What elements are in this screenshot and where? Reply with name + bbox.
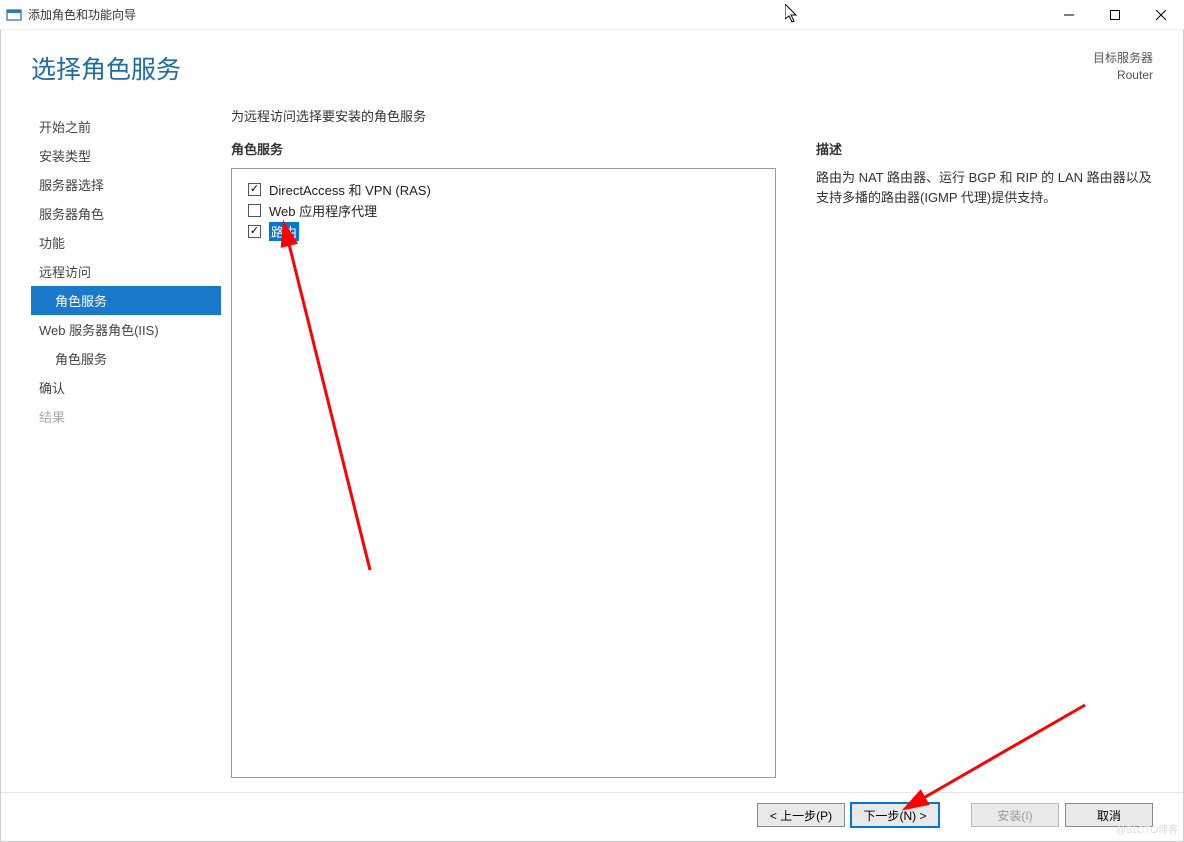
role-label: DirectAccess 和 VPN (RAS) xyxy=(269,180,431,199)
titlebar: 添加角色和功能向导 xyxy=(0,0,1184,30)
close-button[interactable] xyxy=(1138,0,1184,30)
sidebar-item-iis-role-services[interactable]: 角色服务 xyxy=(31,344,221,373)
sidebar-item-before-you-begin[interactable]: 开始之前 xyxy=(31,112,221,141)
description-text: 路由为 NAT 路由器、运行 BGP 和 RIP 的 LAN 路由器以及支持多播… xyxy=(816,168,1153,207)
sidebar-item-server-selection[interactable]: 服务器选择 xyxy=(31,170,221,199)
description-title: 描述 xyxy=(816,139,1153,158)
role-label: 路由 xyxy=(269,222,299,241)
role-item-routing[interactable]: 路由 xyxy=(248,221,759,242)
page-title: 选择角色服务 xyxy=(31,50,1153,86)
minimize-button[interactable] xyxy=(1046,0,1092,30)
target-info: 目标服务器 Router xyxy=(1093,50,1153,84)
role-item-web-app-proxy[interactable]: Web 应用程序代理 xyxy=(248,200,759,221)
instruction: 为远程访问选择要安装的角色服务 xyxy=(231,106,1153,125)
sidebar-item-remote-access[interactable]: 远程访问 xyxy=(31,257,221,286)
header: 选择角色服务 目标服务器 Router xyxy=(1,30,1183,96)
install-button: 安装(I) xyxy=(971,803,1059,827)
app-icon xyxy=(6,7,22,23)
window-controls xyxy=(1046,0,1184,30)
roles-title: 角色服务 xyxy=(231,139,776,158)
main: 为远程访问选择要安装的角色服务 角色服务 DirectAccess 和 VPN … xyxy=(221,106,1153,778)
spacer xyxy=(945,803,965,827)
maximize-button[interactable] xyxy=(1092,0,1138,30)
footer: < 上一步(P) 下一步(N) > 安装(I) 取消 xyxy=(1,792,1183,841)
sidebar-item-web-server-iis[interactable]: Web 服务器角色(IIS) xyxy=(31,315,221,344)
window-title: 添加角色和功能向导 xyxy=(28,6,1046,23)
watermark: @51CTO博客 xyxy=(1116,821,1178,836)
checkbox-icon[interactable] xyxy=(248,183,261,196)
sidebar: 开始之前 安装类型 服务器选择 服务器角色 功能 远程访问 角色服务 Web 服… xyxy=(31,106,221,778)
sidebar-item-features[interactable]: 功能 xyxy=(31,228,221,257)
description-column: 描述 路由为 NAT 路由器、运行 BGP 和 RIP 的 LAN 路由器以及支… xyxy=(816,139,1153,778)
target-name: Router xyxy=(1093,67,1153,84)
content: 选择角色服务 目标服务器 Router 开始之前 安装类型 服务器选择 服务器角… xyxy=(0,30,1184,842)
columns: 角色服务 DirectAccess 和 VPN (RAS) Web 应用程序代理 xyxy=(231,139,1153,778)
body: 开始之前 安装类型 服务器选择 服务器角色 功能 远程访问 角色服务 Web 服… xyxy=(1,96,1183,792)
sidebar-item-results: 结果 xyxy=(31,402,221,431)
checkbox-icon[interactable] xyxy=(248,225,261,238)
role-item-directaccess-vpn[interactable]: DirectAccess 和 VPN (RAS) xyxy=(248,179,759,200)
sidebar-item-server-roles[interactable]: 服务器角色 xyxy=(31,199,221,228)
roles-listbox[interactable]: DirectAccess 和 VPN (RAS) Web 应用程序代理 路由 xyxy=(231,168,776,778)
target-label: 目标服务器 xyxy=(1093,50,1153,67)
checkbox-icon[interactable] xyxy=(248,204,261,217)
sidebar-item-confirmation[interactable]: 确认 xyxy=(31,373,221,402)
previous-button[interactable]: < 上一步(P) xyxy=(757,803,845,827)
sidebar-item-role-services[interactable]: 角色服务 xyxy=(31,286,221,315)
role-label: Web 应用程序代理 xyxy=(269,201,377,220)
sidebar-item-installation-type[interactable]: 安装类型 xyxy=(31,141,221,170)
roles-column: 角色服务 DirectAccess 和 VPN (RAS) Web 应用程序代理 xyxy=(231,139,776,778)
next-button[interactable]: 下一步(N) > xyxy=(851,803,939,827)
